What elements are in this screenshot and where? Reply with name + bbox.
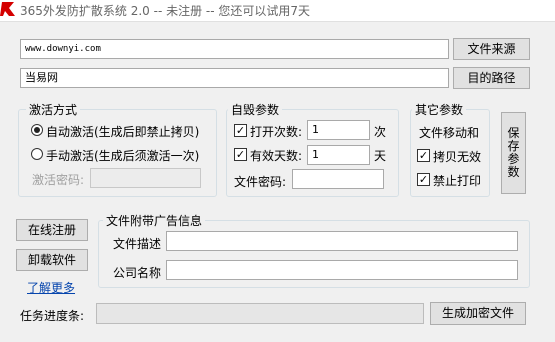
open-count-field[interactable]: 1 (307, 120, 370, 140)
valid-days-unit: 天 (374, 149, 387, 163)
no-print-label: 禁止打印 (433, 174, 482, 188)
file-description-field[interactable] (166, 231, 518, 251)
destination-path-button[interactable]: 目的路径 (453, 67, 530, 89)
uninstall-button[interactable]: 卸载软件 (16, 249, 88, 271)
app-logo-icon (0, 2, 15, 16)
open-count-label: 打开次数: (250, 125, 303, 139)
activation-password-field[interactable] (90, 168, 201, 188)
auto-activation-label: 自动激活(生成后即禁止拷贝) (46, 125, 200, 139)
company-name-field[interactable] (166, 260, 518, 280)
task-progress-bar (96, 303, 424, 324)
activation-password-label: 激活密码: (32, 173, 85, 187)
file-password-field[interactable] (292, 169, 384, 189)
generate-encrypted-file-button[interactable]: 生成加密文件 (430, 302, 526, 325)
manual-activation-radio[interactable] (31, 148, 43, 160)
source-url-field[interactable]: www.downyi.com (20, 39, 449, 59)
save-params-label: 保存参数 (507, 126, 520, 179)
file-description-label: 文件描述 (113, 237, 162, 251)
valid-days-label: 有效天数: (250, 149, 303, 163)
valid-days-field[interactable]: 1 (307, 145, 370, 165)
title-bar: 365外发防扩散系统 2.0 -- 未注册 -- 您还可以试用7天 (0, 0, 555, 22)
company-name-label: 公司名称 (113, 266, 162, 280)
learn-more-link[interactable]: 了解更多 (27, 279, 75, 296)
save-params-button[interactable]: 保存参数 (501, 112, 526, 194)
ad-info-group-title: 文件附带广告信息 (103, 212, 206, 229)
copy-invalid-label: 拷贝无效 (433, 150, 482, 164)
copy-invalid-checkbox[interactable]: ✓ (417, 149, 430, 162)
other-params-group-title: 其它参数 (412, 101, 467, 118)
open-count-unit: 次 (374, 125, 387, 139)
online-register-button[interactable]: 在线注册 (16, 219, 88, 241)
progress-label: 任务进度条: (20, 309, 85, 323)
selfdestruct-group-title: 自毁参数 (228, 101, 283, 118)
file-move-label: 文件移动和 (419, 126, 480, 140)
destination-field[interactable]: 当易网 (20, 68, 449, 88)
auto-activation-radio[interactable] (31, 124, 43, 136)
file-source-button[interactable]: 文件来源 (453, 38, 530, 60)
activation-group-title: 激活方式 (26, 101, 81, 118)
no-print-checkbox[interactable]: ✓ (417, 173, 430, 186)
open-count-checkbox[interactable]: ✓ (234, 124, 247, 137)
valid-days-checkbox[interactable]: ✓ (234, 148, 247, 161)
window-title: 365外发防扩散系统 2.0 -- 未注册 -- 您还可以试用7天 (20, 4, 311, 18)
manual-activation-label: 手动激活(生成后须激活一次) (46, 149, 200, 163)
file-password-label: 文件密码: (234, 175, 287, 189)
